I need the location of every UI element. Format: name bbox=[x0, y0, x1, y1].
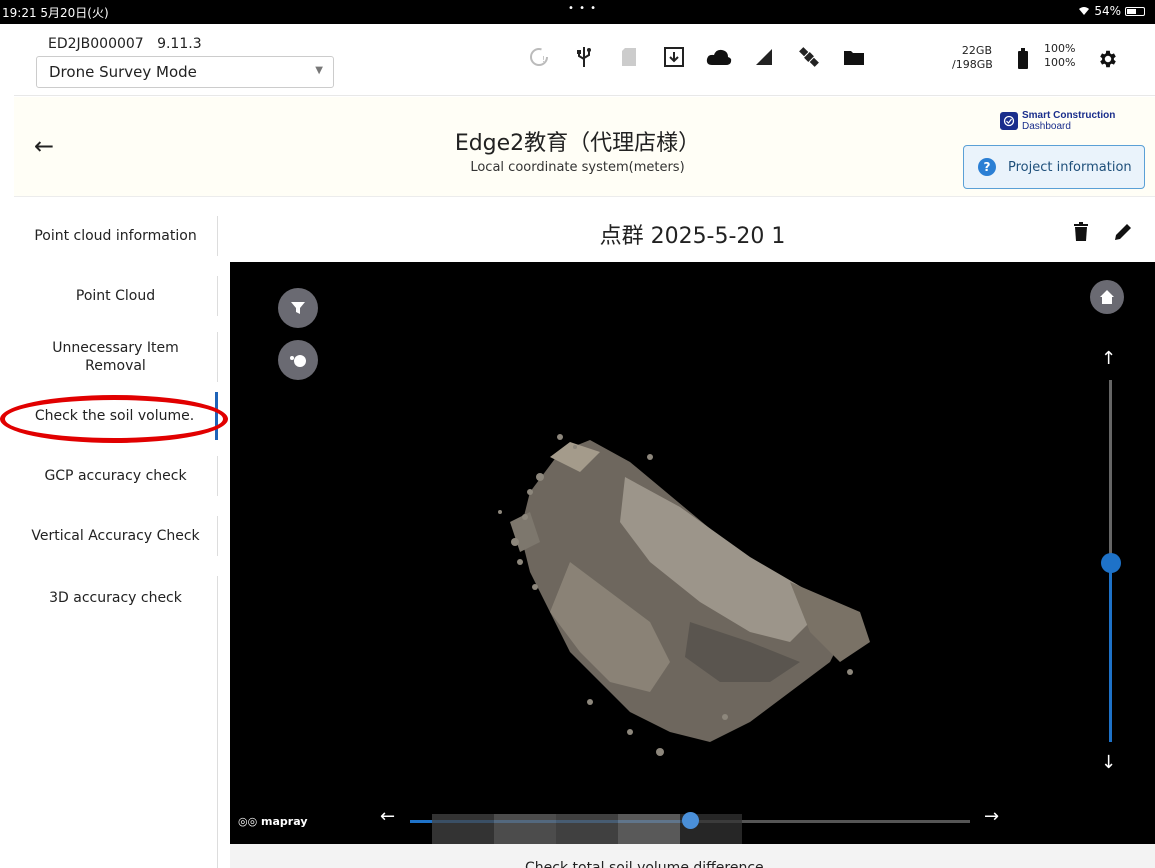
arrow-right-icon[interactable]: → bbox=[984, 806, 999, 827]
chevron-down-icon: ▼ bbox=[315, 65, 323, 76]
sidebar-item-label: Unnecessary Item Removal bbox=[52, 340, 179, 374]
sidebar-item-label: 3D accuracy check bbox=[49, 590, 182, 606]
project-information-button[interactable]: ? Project information bbox=[963, 145, 1145, 189]
cloud-icon[interactable] bbox=[706, 44, 732, 70]
battery-icon bbox=[1018, 48, 1028, 69]
device-id: ED2JB000007 bbox=[48, 36, 144, 52]
battery-percent: 54% bbox=[1094, 4, 1121, 18]
brand-line-1: Smart Construction bbox=[1022, 110, 1116, 121]
sidebar-filler bbox=[14, 620, 218, 868]
brand-text: Smart Construction Dashboard bbox=[1022, 110, 1115, 132]
sidebar-item-label: Point cloud information bbox=[34, 228, 197, 244]
mapray-label: mapray bbox=[261, 815, 308, 828]
sidebar: Point cloud information Point Cloud Unne… bbox=[14, 208, 218, 868]
sidebar-item-3d-accuracy-check[interactable]: 3D accuracy check bbox=[14, 576, 218, 620]
sidebar-item-point-cloud[interactable]: Point Cloud bbox=[14, 276, 218, 316]
sidebar-item-point-cloud-information[interactable]: Point cloud information bbox=[14, 216, 218, 256]
wifi-icon bbox=[1079, 7, 1090, 15]
sidebar-item-label: Vertical Accuracy Check bbox=[31, 528, 200, 544]
home-icon bbox=[1100, 290, 1114, 304]
arrow-left-icon[interactable]: ← bbox=[380, 806, 395, 827]
home-button[interactable] bbox=[1090, 280, 1124, 314]
signal-icon[interactable] bbox=[751, 44, 777, 70]
pointcloud-render bbox=[498, 434, 870, 756]
gear-icon[interactable] bbox=[1097, 48, 1119, 70]
storage-free: 22GB bbox=[961, 44, 992, 57]
storage-info: 22GB /198GB bbox=[952, 44, 993, 72]
bottom-caption: Check total soil volume difference bbox=[525, 860, 764, 868]
brand-logo: Smart Construction Dashboard bbox=[1000, 110, 1115, 132]
question-icon: ? bbox=[978, 158, 996, 176]
status-bar: 19:21 5月20日(火) • • • 54% bbox=[0, 0, 1155, 24]
storage-total: /198GB bbox=[952, 58, 993, 71]
download-icon[interactable] bbox=[661, 44, 687, 70]
status-right: 54% bbox=[1078, 4, 1145, 18]
sidebar-item-vertical-accuracy-check[interactable]: Vertical Accuracy Check bbox=[14, 516, 218, 556]
sd-card-icon[interactable] bbox=[616, 44, 642, 70]
arrow-up-icon[interactable]: ↑ bbox=[1101, 348, 1116, 369]
project-information-label: Project information bbox=[1008, 159, 1132, 175]
folder-icon[interactable] bbox=[841, 44, 867, 70]
device-info: ED2JB000007 9.11.3 bbox=[48, 36, 202, 52]
pointcloud-title: 点群 2025-5-20 1 bbox=[599, 224, 786, 249]
sidebar-item-label: GCP accuracy check bbox=[44, 468, 187, 484]
sidebar-item-gcp-accuracy-check[interactable]: GCP accuracy check bbox=[14, 456, 218, 496]
highlight-annotation bbox=[0, 395, 228, 443]
sync-icon[interactable]: ! bbox=[526, 44, 552, 70]
toolbar-icons: ! bbox=[526, 44, 886, 70]
height-slider-knob[interactable] bbox=[1101, 553, 1121, 573]
usb-icon[interactable] bbox=[571, 44, 597, 70]
pointcloud-shape bbox=[510, 440, 870, 742]
brand-line-2: Dashboard bbox=[1022, 121, 1071, 132]
svg-text:!: ! bbox=[542, 55, 545, 64]
app-version: 9.11.3 bbox=[157, 36, 202, 52]
pointcloud-viewer[interactable]: ↑ ↓ ← → bbox=[230, 262, 1155, 844]
filter-button[interactable] bbox=[278, 288, 318, 328]
status-time-date: 19:21 5月20日(火) bbox=[2, 6, 109, 20]
timeline-knob[interactable] bbox=[682, 812, 699, 829]
battery-levels: 100% 100% bbox=[1044, 42, 1075, 70]
satellite-icon[interactable] bbox=[796, 44, 822, 70]
filter-icon bbox=[291, 302, 305, 314]
mode-select[interactable]: Drone Survey Mode ▼ bbox=[36, 56, 334, 88]
mapray-logo: ◎◎ mapray bbox=[238, 815, 308, 828]
pencil-icon[interactable] bbox=[1113, 222, 1133, 242]
point-size-button[interactable] bbox=[278, 340, 318, 380]
battery-level-2: 100% bbox=[1044, 56, 1076, 69]
battery-mini-icon bbox=[1125, 6, 1145, 16]
sidebar-item-label: Point Cloud bbox=[75, 288, 156, 304]
smart-construction-logo-icon bbox=[1000, 112, 1018, 130]
trash-icon[interactable] bbox=[1073, 222, 1089, 242]
multitask-dots[interactable]: • • • bbox=[568, 3, 597, 14]
point-size-icon bbox=[290, 355, 306, 367]
mode-select-value: Drone Survey Mode bbox=[49, 63, 197, 81]
arrow-down-icon[interactable]: ↓ bbox=[1101, 752, 1116, 773]
height-slider-fill bbox=[1109, 562, 1112, 742]
sidebar-item-unnecessary-item-removal[interactable]: Unnecessary Item Removal bbox=[14, 332, 218, 382]
mapray-icon: ◎◎ bbox=[238, 815, 258, 828]
battery-level-1: 100% bbox=[1044, 42, 1076, 55]
